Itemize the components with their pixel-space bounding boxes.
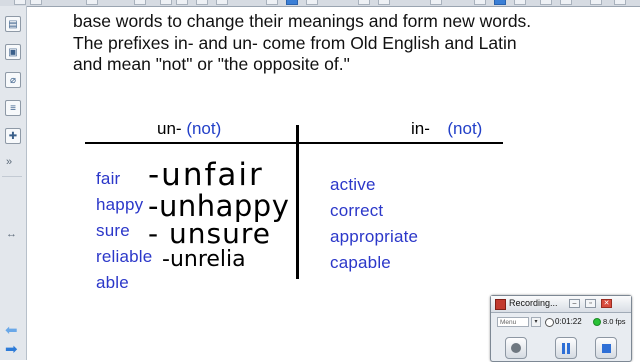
minimize-icon[interactable]: – [569, 299, 580, 308]
toolbar-button[interactable] [30, 0, 42, 5]
base-word: capable [330, 253, 391, 272]
pause-button[interactable] [555, 337, 577, 359]
toolbar-button[interactable] [614, 0, 626, 5]
side-tab-bar: ▤ ▣ ⌀ ≡ ✚ » ↔ ⬅ ➡ [0, 6, 27, 360]
base-word: happy [96, 195, 144, 214]
toolbar-button[interactable] [306, 0, 318, 5]
handwritten-word: - unsure [148, 217, 271, 250]
delete-icon[interactable] [160, 0, 172, 5]
forward-arrow-icon[interactable]: ➡ [5, 342, 23, 357]
toolbar-button[interactable] [560, 0, 572, 5]
base-word: sure [96, 221, 130, 240]
gallery-icon[interactable]: ▣ [5, 44, 21, 60]
handwritten-word: -unrelia [162, 247, 246, 272]
instruction-paragraph: base words to change their meanings and … [73, 11, 593, 76]
toolbar-button[interactable] [266, 0, 278, 5]
base-word: fair [96, 169, 121, 188]
t-chart-vertical-line [296, 125, 299, 279]
prefix-label: un- [157, 119, 182, 138]
base-word: active [330, 175, 376, 194]
prefix-label: in- [411, 119, 430, 138]
recorder-title: Recording... [509, 298, 558, 308]
base-word: correct [330, 201, 384, 220]
toolbar-button[interactable] [358, 0, 370, 5]
toolbar-button[interactable] [14, 0, 26, 5]
toolbar [0, 0, 640, 7]
paragraph-line: The prefixes in- and un- come from Old E… [73, 32, 517, 53]
record-button[interactable] [505, 337, 527, 359]
t-chart-horizontal-line [85, 142, 503, 144]
back-arrow-icon[interactable]: ⬅ [5, 323, 23, 338]
toolbar-button[interactable] [540, 0, 552, 5]
stop-button[interactable] [595, 337, 617, 359]
toolbar-button[interactable] [86, 0, 98, 5]
toolbar-button[interactable] [474, 0, 486, 5]
record-icon [511, 343, 521, 353]
toolbar-button[interactable] [514, 0, 526, 5]
resize-handle-icon[interactable]: ↔ [6, 228, 17, 240]
clock-icon [545, 318, 554, 327]
meaning-label: (not) [447, 119, 483, 138]
toolbar-button-active[interactable] [286, 0, 298, 5]
toolbar-button[interactable] [216, 0, 228, 5]
recorder-app-icon [495, 299, 506, 310]
properties-icon[interactable]: ≡ [5, 100, 21, 116]
frame-rate: 8.0 fps [603, 317, 626, 326]
base-word: appropriate [330, 227, 419, 246]
chevron-down-icon[interactable]: ▾ [531, 317, 541, 327]
expand-panel-icon[interactable]: » [6, 156, 12, 168]
restore-icon[interactable]: ▫ [585, 299, 596, 308]
toolbar-button[interactable] [590, 0, 602, 5]
toolbar-button[interactable] [176, 0, 188, 5]
meaning-label: (not) [186, 119, 222, 138]
in-column-header: in- (not) [411, 119, 482, 139]
recorder-menu[interactable]: Menu [497, 317, 529, 327]
toolbar-button[interactable] [196, 0, 208, 5]
pause-icon [562, 343, 565, 354]
recorder-titlebar[interactable]: Recording... – ▫ ✕ [491, 296, 631, 313]
toolbar-button[interactable] [134, 0, 146, 5]
un-column-header: un- (not) [157, 119, 221, 139]
base-word: reliable [96, 247, 153, 266]
side-divider [2, 176, 22, 177]
close-icon[interactable]: ✕ [601, 299, 612, 308]
attachments-icon[interactable]: ⌀ [5, 72, 21, 88]
status-indicator-icon [593, 318, 601, 326]
base-word: able [96, 273, 129, 292]
stop-icon [602, 344, 611, 353]
recorder-widget[interactable]: Recording... – ▫ ✕ Menu ▾ 0:01:22 8.0 fp… [490, 295, 632, 362]
toolbar-button-active[interactable] [494, 0, 506, 5]
addons-icon[interactable]: ✚ [5, 128, 21, 144]
paragraph-line: base words to change their meanings and … [73, 11, 532, 31]
handwritten-word: -unfair [148, 157, 264, 193]
toolbar-button[interactable] [378, 0, 390, 5]
paragraph-line: and mean "not" or "the opposite of." [73, 54, 350, 74]
page-sorter-icon[interactable]: ▤ [5, 16, 21, 32]
toolbar-button[interactable] [430, 0, 442, 5]
recording-timer: 0:01:22 [555, 317, 582, 326]
